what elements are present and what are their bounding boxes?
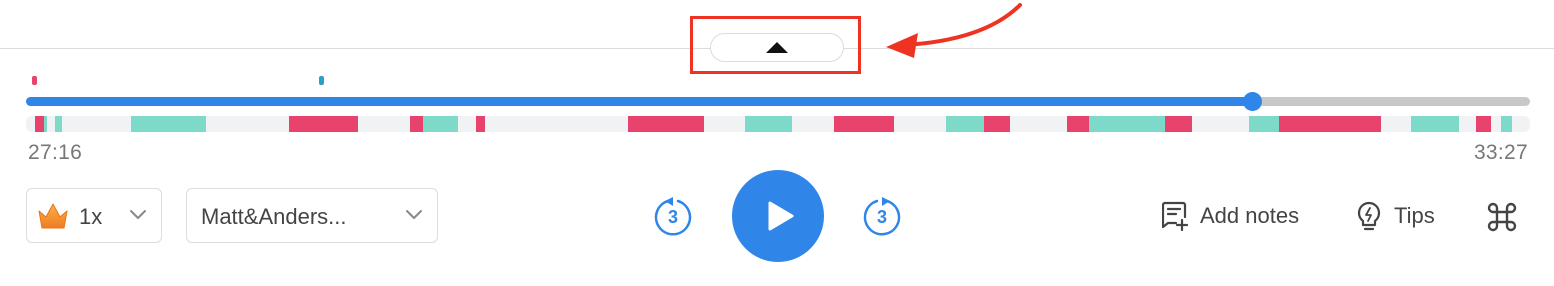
progress-fill: [26, 97, 1252, 106]
speaker-segment[interactable]: [409, 116, 424, 132]
speaker-segment[interactable]: [44, 116, 48, 132]
timeline-marker-note[interactable]: [32, 76, 38, 85]
add-notes-label: Add notes: [1200, 203, 1300, 228]
speaker-segment[interactable]: [1066, 116, 1090, 132]
speaker-segment[interactable]: [1164, 116, 1192, 132]
chevron-down-icon: [130, 210, 146, 219]
current-time: 27:16: [28, 141, 83, 164]
lightbulb-icon: [1357, 201, 1381, 231]
progress-track[interactable]: [26, 97, 1530, 106]
speaker-label: Matt&Anders...: [201, 204, 347, 229]
speaker-segment[interactable]: [946, 116, 985, 132]
speaker-segment[interactable]: [131, 116, 207, 132]
speaker-segment[interactable]: [627, 116, 705, 132]
total-time: 33:27: [1473, 141, 1528, 164]
skip-forward-seconds: 3: [876, 207, 887, 227]
speaker-segment[interactable]: [1278, 116, 1382, 132]
timeline-marker-comment[interactable]: [319, 76, 325, 85]
add-notes-icon: [1162, 201, 1188, 231]
tips-label: Tips: [1394, 203, 1435, 228]
speaker-segment[interactable]: [35, 116, 45, 132]
speaker-segment[interactable]: [1411, 116, 1460, 132]
speaker-segment[interactable]: [1248, 116, 1279, 132]
speaker-segment[interactable]: [744, 116, 792, 132]
speaker-segment[interactable]: [423, 116, 458, 132]
speaker-segment[interactable]: [1089, 116, 1165, 132]
speaker-segment[interactable]: [54, 116, 63, 132]
skip-back-seconds: 3: [667, 207, 678, 227]
speaker-segment[interactable]: [289, 116, 359, 132]
speaker-segment[interactable]: [833, 116, 894, 132]
chevron-down-icon: [406, 210, 422, 219]
annotation-arrow-icon: [886, 3, 1022, 58]
add-notes-button[interactable]: Add notes: [1162, 201, 1299, 231]
speed-label: 1x: [79, 204, 103, 229]
speaker-select[interactable]: Matt&Anders...: [186, 188, 438, 243]
play-button[interactable]: [732, 170, 824, 262]
speaker-timeline[interactable]: [26, 116, 1530, 132]
skip-back-button[interactable]: 3: [650, 195, 696, 241]
playback-speed-select[interactable]: 1x: [26, 188, 162, 243]
crown-icon: [38, 203, 68, 229]
speaker-segment[interactable]: [984, 116, 1010, 132]
speaker-segment[interactable]: [1475, 116, 1491, 132]
tips-button[interactable]: Tips: [1356, 201, 1435, 231]
keyboard-shortcuts-button[interactable]: [1487, 202, 1517, 232]
speaker-segment[interactable]: [475, 116, 485, 132]
skip-forward-button[interactable]: 3: [859, 195, 905, 241]
command-icon: [1487, 202, 1517, 232]
speaker-segment[interactable]: [1501, 116, 1512, 132]
progress-handle[interactable]: [1242, 92, 1262, 111]
annotation-highlight-box: [690, 16, 861, 74]
play-icon: [768, 201, 794, 231]
